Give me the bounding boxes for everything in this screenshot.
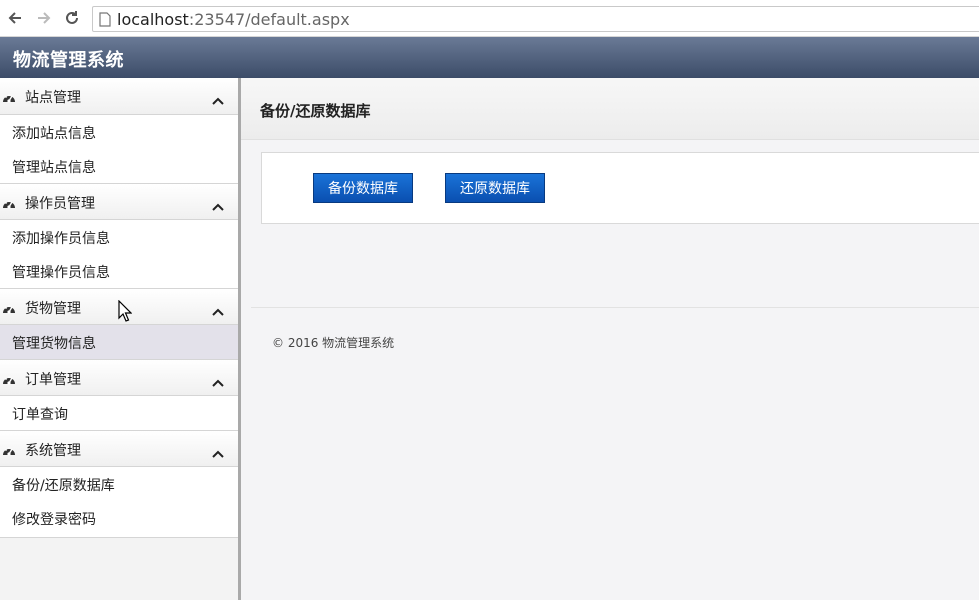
- url-host: localhost: [117, 10, 189, 29]
- sidebar-item-manage-station[interactable]: 管理站点信息: [0, 149, 238, 183]
- sidebar-group-label: 订单管理: [25, 372, 81, 388]
- sidebar-item-label: 管理站点信息: [12, 160, 96, 176]
- dashboard-icon: [2, 371, 16, 390]
- sidebar-item-add-station[interactable]: 添加站点信息: [0, 115, 238, 149]
- sidebar-item-backup-restore[interactable]: 备份/还原数据库: [0, 467, 238, 501]
- sidebar-item-manage-operator[interactable]: 管理操作员信息: [0, 254, 238, 288]
- sidebar-item-order-query[interactable]: 订单查询: [0, 396, 238, 430]
- sidebar-group-label: 系统管理: [25, 443, 81, 459]
- divider: [251, 307, 979, 308]
- url-text: localhost:23547/default.aspx: [117, 10, 350, 29]
- dashboard-icon: [2, 442, 16, 461]
- sidebar-group-system[interactable]: 系统管理: [0, 430, 238, 467]
- app-title: 物流管理系统: [13, 50, 124, 71]
- mouse-cursor-icon: [118, 299, 133, 326]
- chevron-up-icon: [212, 196, 224, 215]
- sidebar-item-label: 备份/还原数据库: [12, 478, 115, 494]
- sidebar-group-operator[interactable]: 操作员管理: [0, 183, 238, 220]
- address-bar[interactable]: localhost:23547/default.aspx: [92, 6, 979, 32]
- sidebar-item-label: 订单查询: [12, 407, 68, 423]
- back-arrow-icon[interactable]: [5, 8, 25, 28]
- sidebar-bottom-border: [0, 535, 238, 538]
- app-header: 物流管理系统: [0, 37, 979, 78]
- browser-toolbar: localhost:23547/default.aspx: [0, 0, 979, 37]
- backup-database-button[interactable]: 备份数据库: [313, 173, 413, 203]
- footer-copyright: © 2016 物流管理系统: [272, 336, 395, 350]
- sidebar-group-label: 货物管理: [25, 301, 81, 317]
- sidebar-group-label: 操作员管理: [25, 196, 95, 212]
- sidebar-item-manage-goods[interactable]: 管理货物信息: [0, 325, 238, 359]
- page-header: 备份/还原数据库: [241, 78, 979, 140]
- sidebar-group-orders[interactable]: 订单管理: [0, 359, 238, 396]
- restore-database-button[interactable]: 还原数据库: [445, 173, 545, 203]
- sidebar-item-label: 管理货物信息: [12, 336, 96, 352]
- sidebar-item-add-operator[interactable]: 添加操作员信息: [0, 220, 238, 254]
- page-title: 备份/还原数据库: [260, 102, 371, 120]
- main-content: 备份/还原数据库 备份数据库 还原数据库 © 2016 物流管理系统: [241, 78, 979, 600]
- chevron-up-icon: [212, 301, 224, 320]
- sidebar-item-label: 添加操作员信息: [12, 231, 110, 247]
- page-icon: [99, 12, 111, 31]
- reload-icon[interactable]: [62, 8, 82, 28]
- sidebar: 站点管理 添加站点信息 管理站点信息 操作员管理 添加操作员信息 管理操作员信息…: [0, 78, 238, 600]
- url-path: :23547/default.aspx: [188, 10, 350, 29]
- sidebar-group-station[interactable]: 站点管理: [0, 78, 238, 115]
- backup-panel: 备份数据库 还原数据库: [261, 152, 979, 224]
- sidebar-item-label: 修改登录密码: [12, 512, 96, 528]
- dashboard-icon: [2, 195, 16, 214]
- sidebar-group-label: 站点管理: [25, 90, 81, 106]
- forward-arrow-icon[interactable]: [34, 8, 54, 28]
- chevron-up-icon: [212, 90, 224, 109]
- sidebar-item-label: 添加站点信息: [12, 126, 96, 142]
- dashboard-icon: [2, 300, 16, 319]
- chevron-up-icon: [212, 372, 224, 391]
- sidebar-item-label: 管理操作员信息: [12, 265, 110, 281]
- sidebar-item-change-password[interactable]: 修改登录密码: [0, 501, 238, 535]
- chevron-up-icon: [212, 443, 224, 462]
- dashboard-icon: [2, 89, 16, 108]
